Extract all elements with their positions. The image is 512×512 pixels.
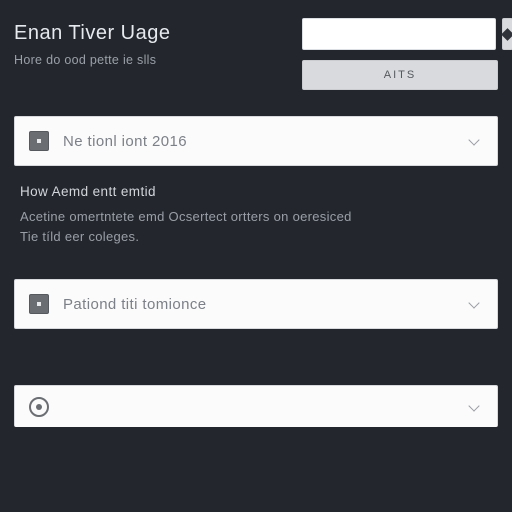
section-body: Acetine omertntete emd Ocsertect ortters… [20,207,492,247]
header: Enan Tiver Uage Hore do ood pette ie sll… [14,18,498,90]
header-controls: AITS [302,18,498,90]
header-left: Enan Tiver Uage Hore do ood pette ie sll… [14,18,170,67]
search-input[interactable] [302,18,496,50]
circle-icon [29,397,49,417]
badge-dot-icon [37,139,41,143]
filter-label: AITS [384,69,416,81]
accordion-item-2[interactable]: Pationd titi tomionce [14,279,498,329]
page-title: Enan Tiver Uage [14,22,170,45]
filter-button[interactable]: AITS [302,60,498,90]
section-line-2: Tie tíld eer coleges. [20,229,139,244]
page-subtitle: Hore do ood pette ie slls [14,53,170,67]
accordion-item-1[interactable]: Ne tionl iont 2016 [14,116,498,166]
chevron-down-icon [467,400,481,414]
accordion-label: Ne tionl iont 2016 [63,133,467,150]
badge-dot-icon [37,302,41,306]
square-badge-icon [29,131,49,151]
chevron-down-icon [467,134,481,148]
section-line-1: Acetine omertntete emd Ocsertect ortters… [20,209,352,224]
section-text: How Aemd entt emtid Acetine omertntete e… [20,184,492,247]
accordion-label: Pationd titi tomionce [63,296,467,313]
search-row [302,18,498,50]
accordion-item-3[interactable] [14,385,498,427]
diamond-icon [501,28,512,41]
square-badge-icon [29,294,49,314]
section-heading: How Aemd entt emtid [20,184,492,199]
search-button[interactable] [502,18,512,50]
chevron-down-icon [467,297,481,311]
